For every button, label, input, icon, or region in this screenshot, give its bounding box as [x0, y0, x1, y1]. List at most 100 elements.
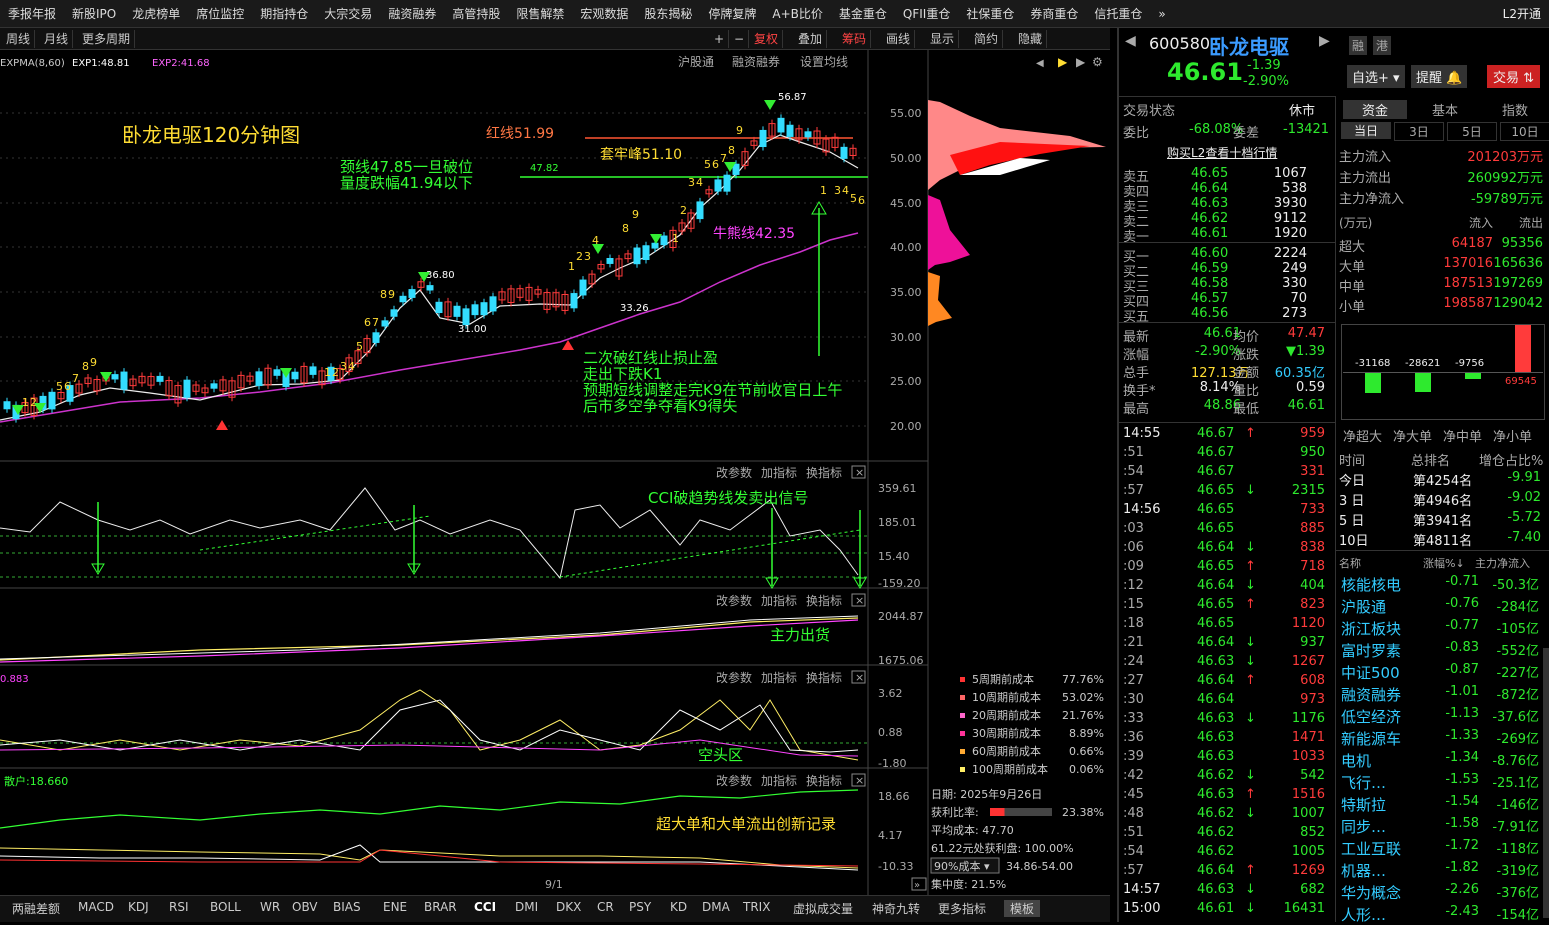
prev-stock-icon[interactable]: ◀ [1125, 33, 1136, 49]
fund-tab[interactable]: 基本 [1413, 100, 1477, 119]
indicator-tab[interactable]: 神奇九转 [872, 900, 920, 917]
indicator-tab[interactable]: WR [260, 900, 280, 914]
rank-value: 第4811名 [1413, 534, 1473, 549]
toolbar-button[interactable]: 复权 [750, 30, 784, 48]
alert-button[interactable]: 提醒 🔔 [1411, 65, 1468, 88]
sector-name[interactable]: 工业互联 [1341, 838, 1401, 859]
menu-item[interactable]: 大宗交易 [316, 5, 380, 22]
indicator-tab[interactable]: PSY [629, 900, 651, 914]
indicator-tab[interactable]: CR [597, 900, 614, 914]
fund-tab[interactable]: 资金 [1343, 100, 1407, 119]
toolbar-button[interactable]: 筹码 [838, 30, 872, 48]
legend-value: 53.02% [1062, 691, 1104, 704]
trade-button[interactable]: 交易 ⇅ [1487, 65, 1541, 88]
toolbar-button[interactable]: 显示 [926, 30, 960, 48]
sector-name[interactable]: 沪股通 [1341, 596, 1386, 617]
stat-label: 涨幅 [1123, 348, 1150, 363]
menu-item[interactable]: 信托重仓 [1086, 5, 1150, 22]
period-tab[interactable]: 当日 [1341, 122, 1391, 139]
indicator-tab[interactable]: DKX [556, 900, 581, 914]
toolbar-button[interactable]: 隐藏 [1014, 30, 1048, 48]
menu-item[interactable]: QFII重仓 [895, 5, 958, 22]
period-tab[interactable]: 更多周期 [78, 30, 136, 48]
fund-tab[interactable]: 指数 [1483, 100, 1547, 119]
indicator-tab[interactable]: DMI [515, 900, 538, 914]
menu-item[interactable]: 限售解禁 [508, 5, 572, 22]
next-stock-icon[interactable]: ▶ [1319, 33, 1330, 49]
toolbar-button[interactable]: 画线 [882, 30, 916, 48]
toolbar-button[interactable]: + [710, 30, 730, 48]
indicator-tab[interactable]: OBV [292, 900, 318, 914]
period-tab[interactable]: 月线 [40, 30, 74, 48]
menu-item[interactable]: 新股IPO [64, 5, 124, 22]
note-trap: 套牢峰51.10 [600, 147, 682, 163]
sector-name[interactable]: 飞行… [1341, 772, 1386, 793]
add-watchlist-button[interactable]: 自选+ ▾ [1347, 65, 1405, 88]
indicator-tab[interactable]: 更多指标 [938, 900, 986, 917]
menu-item[interactable]: 社保重仓 [958, 5, 1022, 22]
menu-item[interactable]: » [1150, 7, 1173, 21]
sector-name[interactable]: 融资融券 [1341, 684, 1401, 705]
menu-item[interactable]: 高管持股 [444, 5, 508, 22]
menu-item[interactable]: 龙虎榜单 [124, 5, 188, 22]
menu-item[interactable]: 股东揭秘 [636, 5, 700, 22]
indicator-tab[interactable]: 两融差额 [12, 900, 60, 917]
indicator-tab[interactable]: BIAS [333, 900, 361, 914]
period-tab[interactable]: 周线 [2, 30, 36, 48]
sector-name[interactable]: 核能核电 [1341, 574, 1401, 595]
indicator-tab[interactable]: RSI [169, 900, 189, 914]
indicator-tab[interactable]: MACD [78, 900, 114, 914]
flow-head: 流入 [1468, 216, 1493, 230]
margin-badge[interactable]: 融 [1349, 36, 1368, 55]
l2-link[interactable]: 购买L2查看十档行情 [1167, 144, 1277, 161]
indicator-tab[interactable]: BOLL [210, 900, 241, 914]
sector-name[interactable]: 特斯拉 [1341, 794, 1386, 815]
sector-name[interactable]: 机器… [1341, 860, 1386, 881]
sector-head: 主力净流入 [1475, 557, 1530, 570]
tick-arrow: ↓ [1245, 578, 1256, 593]
menu-item[interactable]: 基金重仓 [831, 5, 895, 22]
bid-volume: 249 [1282, 261, 1307, 276]
period-tab[interactable]: 10日 [1500, 122, 1549, 141]
menu-item[interactable]: 停牌复牌 [700, 5, 764, 22]
status-value: 休市 [1289, 104, 1316, 119]
menu-item[interactable]: A+B比价 [764, 5, 831, 22]
menu-item[interactable]: 期指持仓 [252, 5, 316, 22]
panel-control: 换指标 [806, 593, 842, 608]
indicator-tab[interactable]: 模板 [1004, 900, 1041, 917]
indicator-tab[interactable]: ENE [383, 900, 407, 914]
bid-price: 46.56 [1191, 306, 1229, 321]
rank-value: 第4254名 [1413, 474, 1473, 489]
panel-control: 改参数 [716, 593, 752, 608]
hk-badge[interactable]: 港 [1373, 36, 1392, 55]
menu-item[interactable]: 季报年报 [0, 5, 64, 22]
menu-item[interactable]: 券商重仓 [1022, 5, 1086, 22]
menu-item[interactable]: 融资融券 [380, 5, 444, 22]
sector-name[interactable]: 同步… [1341, 816, 1386, 837]
sector-name[interactable]: 富时罗素 [1341, 640, 1401, 661]
indicator-tab[interactable]: BRAR [424, 900, 457, 914]
indicator-tab[interactable]: CCI [474, 900, 496, 914]
indicator-tab[interactable]: TRIX [743, 900, 770, 914]
chart-canvas[interactable]: EXPMA(8,60) EXP1:48.81 EXP2:41.68 沪股通 融资融券 设置… [0, 50, 1110, 895]
period-tab[interactable]: 3日 [1394, 122, 1444, 141]
sector-name[interactable]: 中证500 [1341, 662, 1400, 683]
sector-name[interactable]: 新能源车 [1341, 728, 1401, 749]
menu-item[interactable]: 宏观数据 [572, 5, 636, 22]
sector-name[interactable]: 电机 [1341, 750, 1371, 771]
toolbar-button[interactable]: 简约 [970, 30, 1004, 48]
menu-item[interactable]: 席位监控 [188, 5, 252, 22]
sector-name[interactable]: 浙江板块 [1341, 618, 1401, 639]
indicator-tab[interactable]: DMA [702, 900, 730, 914]
indicator-tab[interactable]: KD [670, 900, 687, 914]
sector-name[interactable]: 低空经济 [1341, 706, 1401, 727]
indicator-tab[interactable]: 虚拟成交量 [793, 900, 853, 917]
indicator-tab[interactable]: KDJ [128, 900, 149, 914]
sector-name[interactable]: 华为概念 [1341, 882, 1401, 903]
scrollbar[interactable] [1543, 648, 1549, 918]
toolbar-button[interactable]: 叠加 [794, 30, 828, 48]
menu-item[interactable]: L2开通 [1495, 5, 1549, 22]
period-tab[interactable]: 5日 [1447, 122, 1497, 141]
sub-axis-tick: 18.66 [878, 790, 910, 803]
toolbar-button[interactable]: − [730, 30, 750, 48]
